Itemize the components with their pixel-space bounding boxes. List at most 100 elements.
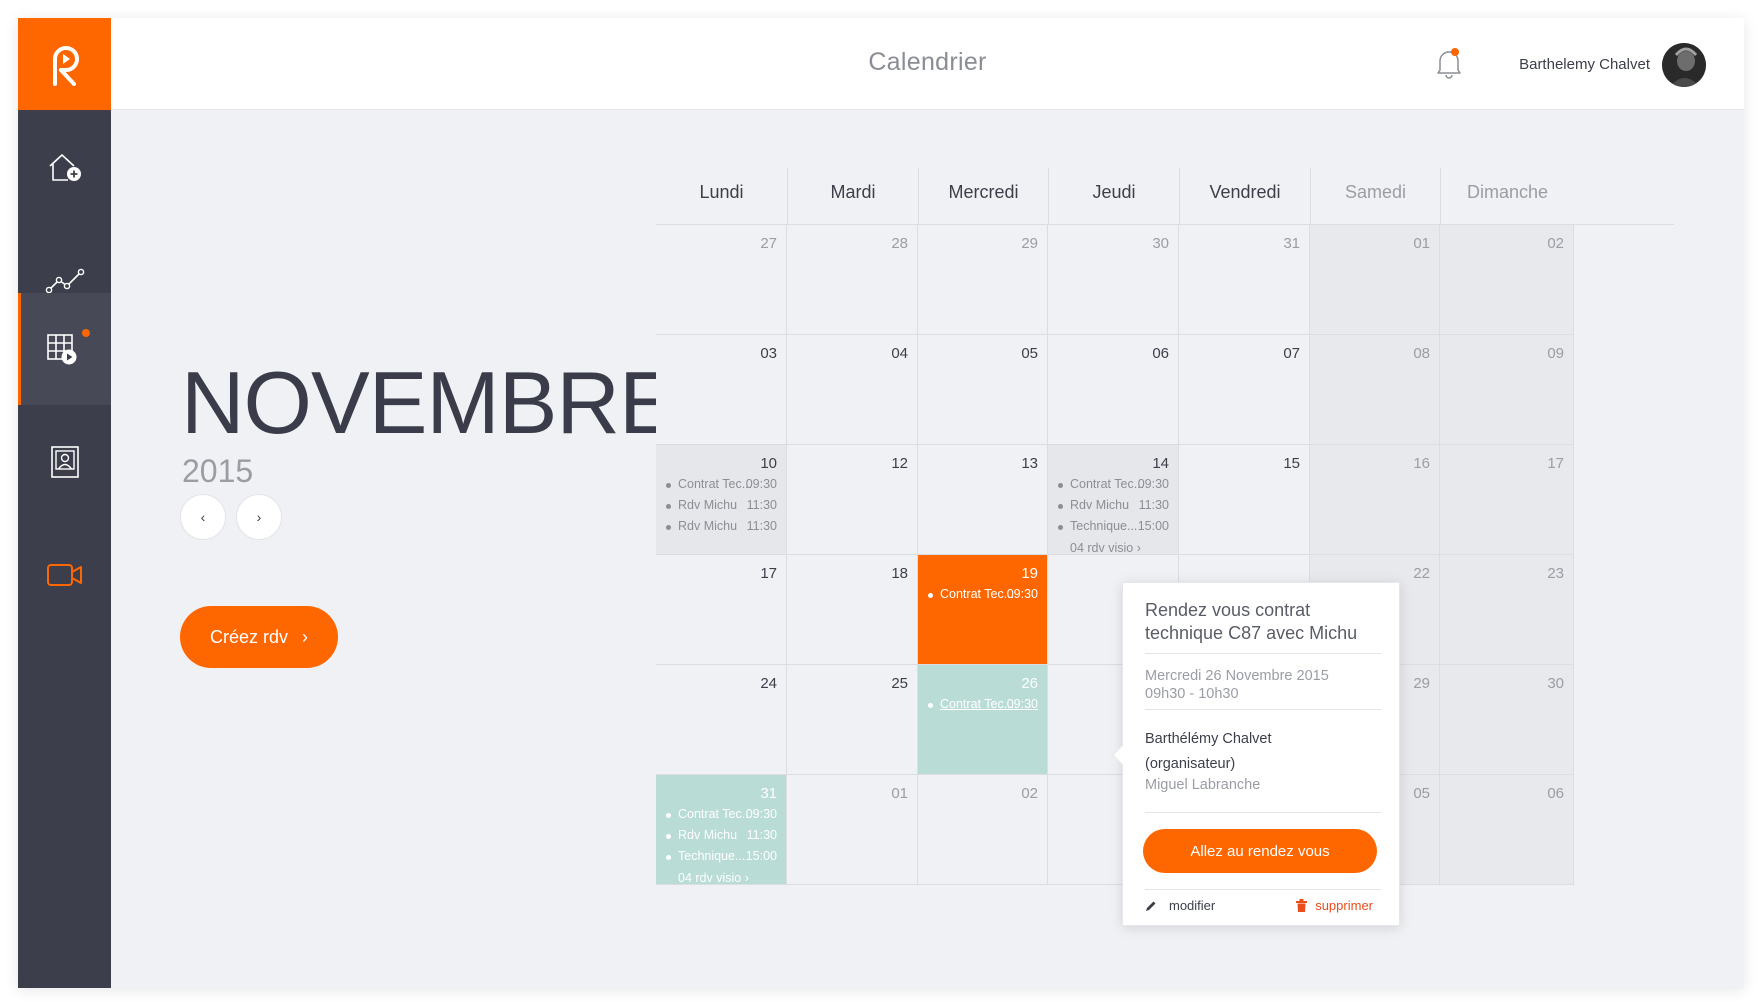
calendar-day-cell[interactable]: 06 (1440, 775, 1574, 885)
appointment-organizer: Barthélémy Chalvet (organisateur) (1145, 731, 1272, 772)
calendar-day-cell[interactable]: 02 (918, 775, 1048, 885)
calendar-day-cell[interactable]: 30 (1440, 665, 1574, 775)
calendar-day-cell[interactable]: 09 (1440, 335, 1574, 445)
calendar-day-cell[interactable]: 08 (1310, 335, 1440, 445)
divider (1145, 709, 1381, 710)
analytics-icon (45, 268, 84, 293)
calendar-day-cell[interactable]: 07 (1179, 335, 1310, 445)
more-events-label: 04 rdv visio (1070, 541, 1134, 555)
event-time: 09:30 (745, 477, 777, 491)
calendar-day-cell[interactable]: 25 (787, 665, 918, 775)
previous-month-button[interactable]: ‹ (180, 494, 226, 540)
logo-icon (52, 46, 79, 86)
day-number: 31 (1283, 235, 1300, 252)
event-title: Contrat Tec... (940, 587, 1015, 601)
day-number: 19 (1021, 565, 1038, 582)
calendar-day-cell[interactable]: 04 (787, 335, 918, 445)
video-camera-icon (46, 563, 82, 586)
calendar-day-cell[interactable]: 27 (656, 225, 787, 335)
calendar-day-cell[interactable]: 18 (787, 555, 918, 665)
day-number: 12 (891, 455, 908, 472)
calendar-day-cell[interactable]: 19 Contrat Tec... 09:30 (918, 555, 1048, 665)
event-time: 09:30 (1006, 587, 1038, 601)
day-number: 27 (760, 235, 777, 252)
event-title: Contrat Tec... (940, 697, 1015, 711)
calendar-day-cell[interactable]: 01 (1310, 225, 1440, 335)
calendar-day-cell[interactable]: 13 (918, 445, 1048, 555)
delete-appointment-button[interactable]: supprimer (1296, 898, 1373, 913)
calendar-day-cell[interactable]: 30 (1048, 225, 1179, 335)
user-avatar[interactable] (1662, 43, 1706, 87)
event-list: Contrat Tec... 09:30 Rdv Michu 11:30 Techniq… (666, 807, 777, 885)
calendar-day-cell[interactable]: 10 Contrat Tec... 09:30 Rdv Michu 11:30 Rdv M… (656, 445, 787, 555)
event-time: 09:30 (745, 807, 777, 821)
calendar-event[interactable]: Contrat Tec... 09:30 (928, 587, 1038, 608)
day-number: 10 (760, 455, 777, 472)
day-number: 06 (1152, 345, 1169, 362)
day-number: 06 (1547, 785, 1564, 802)
appointment-title: Rendez vous contrat technique C87 avec M… (1145, 600, 1358, 644)
user-name[interactable]: Barthelemy Chalvet (1519, 56, 1650, 73)
calendar-event[interactable]: Contrat Tec... 09:30 (1058, 477, 1169, 498)
calendar-day-cell[interactable]: 17 (1440, 445, 1574, 555)
calendar-day-cell[interactable]: 03 (656, 335, 787, 445)
calendar-day-cell[interactable]: 05 (918, 335, 1048, 445)
calendar-event[interactable]: Rdv Michu 11:30 (1058, 498, 1169, 519)
next-month-button[interactable]: › (236, 494, 282, 540)
calendar-event[interactable]: Rdv Michu 11:30 (666, 519, 777, 540)
calendar-day-cell[interactable]: 31 (1179, 225, 1310, 335)
day-number: 22 (1413, 565, 1430, 582)
appointment-date: Mercredi 26 Novembre 2015 (1145, 668, 1329, 684)
event-title: Rdv Michu (1070, 498, 1130, 512)
calendar-day-cell[interactable]: 14 Contrat Tec... 09:30 Rdv Michu 11:30 Techn… (1048, 445, 1179, 555)
sidebar-item-calendar[interactable] (18, 293, 111, 405)
day-number: 14 (1152, 455, 1169, 472)
delete-label: supprimer (1315, 898, 1373, 913)
day-number: 09 (1547, 345, 1564, 362)
calendar-event[interactable]: Technique... 15:00 (666, 849, 777, 870)
calendar-event[interactable]: Contrat Tec... 09:30 (928, 697, 1038, 718)
calendar-event[interactable]: Rdv Michu 11:30 (666, 498, 777, 519)
day-number: 28 (891, 235, 908, 252)
calendar-day-cell[interactable]: 26 Contrat Tec... 09:30 (918, 665, 1048, 775)
day-number: 01 (891, 785, 908, 802)
calendar-event[interactable]: Contrat Tec... 09:30 (666, 807, 777, 828)
event-title: Technique... (678, 849, 746, 863)
app-logo[interactable] (18, 18, 111, 110)
modify-appointment-button[interactable]: modifier (1145, 898, 1215, 913)
calendar-day-cell[interactable]: 16 (1310, 445, 1440, 555)
calendar-day-cell[interactable]: 01 (787, 775, 918, 885)
sidebar-item-contacts[interactable] (18, 405, 111, 518)
day-number: 02 (1547, 235, 1564, 252)
day-number: 07 (1283, 345, 1300, 362)
calendar-day-cell[interactable]: 29 (918, 225, 1048, 335)
calendar-day-cell[interactable]: 15 (1179, 445, 1310, 555)
create-appointment-button[interactable]: Créez rdv › (180, 606, 338, 668)
calendar-event[interactable]: Technique... 15:00 (1058, 519, 1169, 540)
day-number: 04 (891, 345, 908, 362)
divider (1145, 812, 1381, 813)
sidebar-item-home[interactable] (18, 110, 111, 223)
calendar-event[interactable]: Rdv Michu 11:30 (666, 828, 777, 849)
event-time: 15:00 (1137, 519, 1169, 533)
calendar-day-cell[interactable]: 31 Contrat Tec... 09:30 Rdv Michu 11:30 Techn… (656, 775, 787, 885)
modify-label: modifier (1169, 898, 1216, 913)
calendar-day-cell[interactable]: 06 (1048, 335, 1179, 445)
bell-icon (1437, 48, 1461, 79)
calendar-day-cell[interactable]: 17 (656, 555, 787, 665)
event-time: 11:30 (746, 498, 777, 512)
event-time: 09:30 (1006, 697, 1038, 711)
calendar-day-cell[interactable]: 24 (656, 665, 787, 775)
calendar-day-cell[interactable]: 28 (787, 225, 918, 335)
event-time: 11:30 (1138, 498, 1169, 512)
calendar-day-cell[interactable]: 23 (1440, 555, 1574, 665)
sidebar-item-video[interactable] (18, 518, 111, 631)
more-events-link[interactable]: 04 rdv visio › (666, 871, 777, 885)
notifications-button[interactable] (1434, 46, 1464, 80)
calendar-event[interactable]: Contrat Tec... 09:30 (666, 477, 777, 498)
more-events-link[interactable]: 04 rdv visio › (1058, 541, 1169, 555)
go-to-appointment-button[interactable]: Allez au rendez vous (1143, 829, 1377, 873)
calendar-day-cell[interactable]: 12 (787, 445, 918, 555)
event-time: 09:30 (1137, 477, 1169, 491)
calendar-day-cell[interactable]: 02 (1440, 225, 1574, 335)
